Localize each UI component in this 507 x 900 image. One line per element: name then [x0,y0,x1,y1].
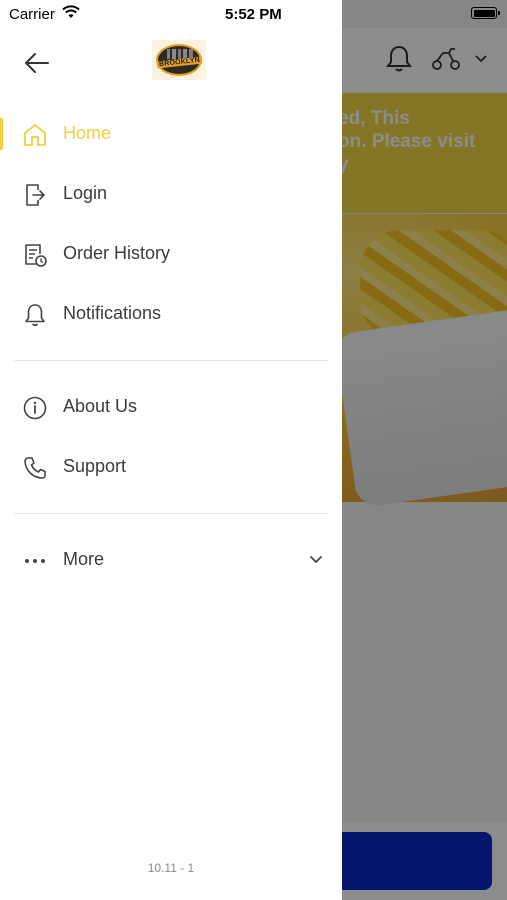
navigation-drawer: BROOKLYN Home Login Order History Notifi… [0,0,342,900]
chevron-down-icon[interactable] [308,554,324,566]
menu-item-home[interactable]: Home [0,106,342,162]
menu-item-login[interactable]: Login [0,166,342,222]
menu-label: About Us [63,396,138,416]
menu-item-notifications[interactable]: Notifications [0,286,342,342]
login-icon [26,184,45,206]
menu-item-more[interactable]: More [0,532,342,588]
menu-label: Order History [63,243,171,263]
home-icon [24,124,46,146]
order-history-icon [25,244,47,267]
restaurant-logo: BROOKLYN [152,40,206,80]
menu-item-about-us[interactable]: About Us [0,379,342,435]
carrier-label: Carrier [9,6,55,23]
app-version: 10.11 - 1 [147,861,195,875]
info-icon [23,396,47,420]
menu-item-support[interactable]: Support [0,439,342,495]
menu-label: Notifications [63,303,162,323]
clock: 5:52 PM [225,6,282,23]
wifi-icon [62,5,80,18]
menu-label: Home [63,123,112,143]
bell-icon [25,304,45,327]
battery-icon [471,7,500,19]
status-bar: Carrier 5:52 PM [0,0,507,28]
menu-item-order-history[interactable]: Order History [0,226,342,282]
menu-divider [14,513,328,514]
back-arrow-icon[interactable] [22,50,52,76]
active-indicator [0,118,3,150]
phone-icon [24,457,46,479]
menu-label: Login [63,183,108,203]
menu-label: Support [63,456,127,476]
logo-badge: BROOKLYN [156,44,202,76]
menu-label: More [63,549,105,569]
menu-divider [14,360,328,361]
more-dots-icon [25,559,45,563]
